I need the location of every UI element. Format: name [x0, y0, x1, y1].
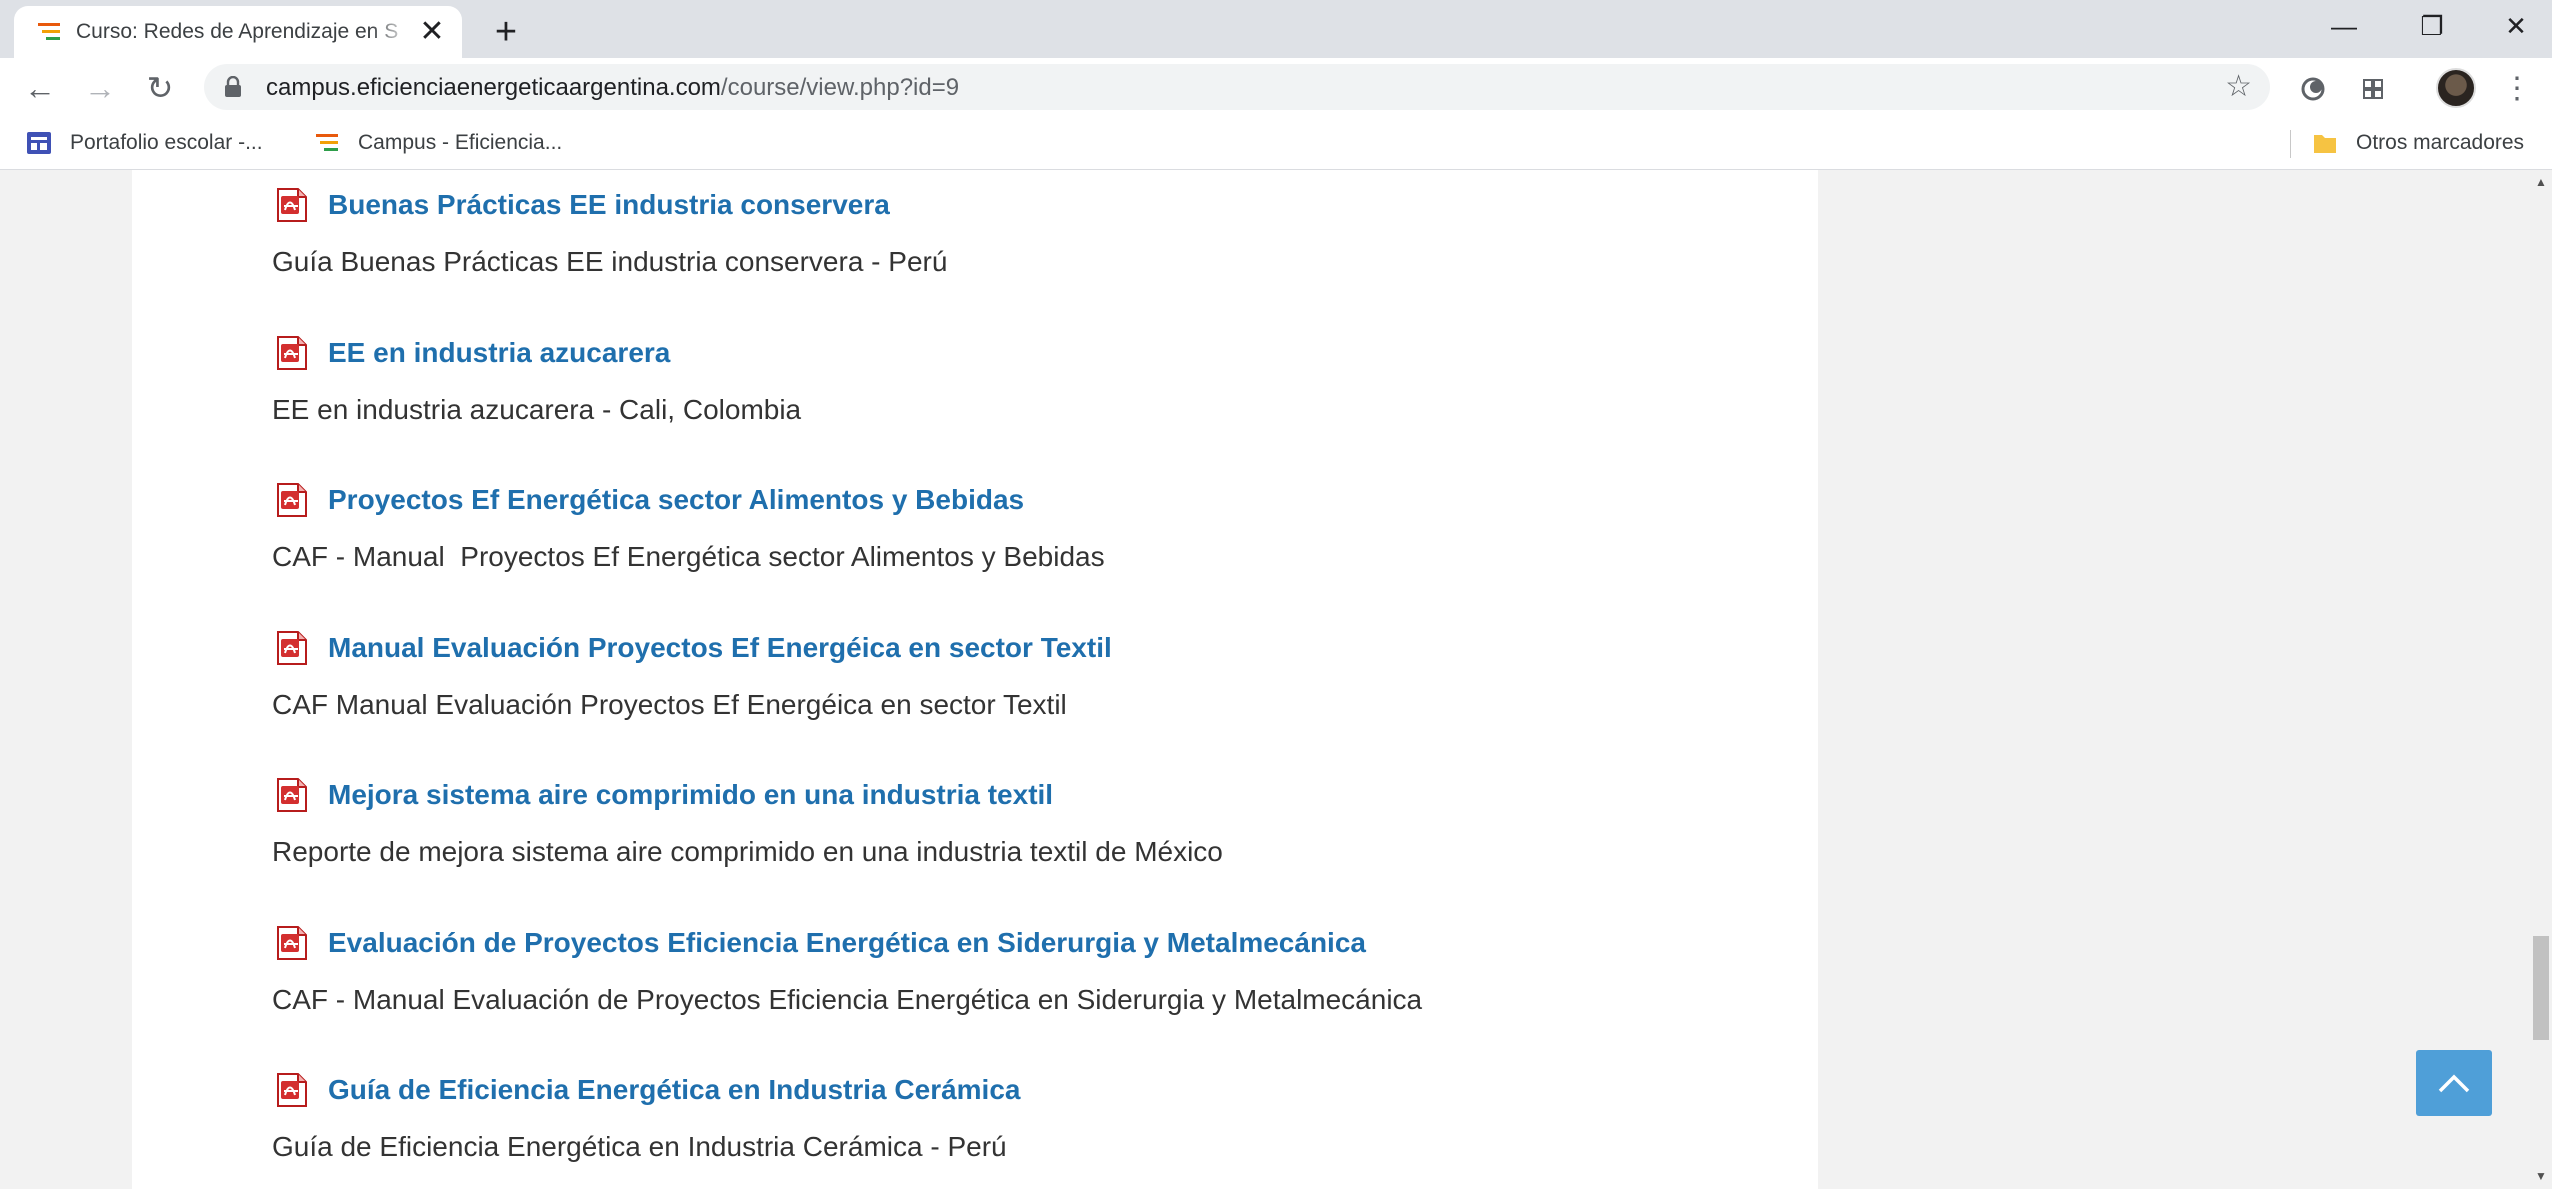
- activity-title: Guía de Eficiencia Energética en Industr…: [328, 1074, 1021, 1105]
- moodle-favicon-icon: [38, 23, 60, 40]
- activity-link[interactable]: Proyectos Ef Energética sector Alimentos…: [272, 481, 1105, 519]
- activity-description: CAF Manual Evaluación Proyectos Ef Energ…: [272, 688, 1067, 720]
- bookmark-label: Campus - Eficiencia...: [358, 131, 563, 154]
- activity-title: Proyectos Ef Energética sector Alimentos…: [328, 484, 1025, 515]
- new-tab-button[interactable]: +: [486, 12, 526, 52]
- reload-icon[interactable]: ↻: [140, 68, 180, 108]
- pdf-icon: [277, 483, 307, 517]
- activity-title: Evaluación de Proyectos Eficiencia Energ…: [328, 926, 1366, 958]
- activity-item: Buenas Prácticas EE industria conservera…: [272, 186, 947, 278]
- classroom-icon: [27, 132, 51, 154]
- activity-link[interactable]: EE en industria azucarera: [272, 334, 801, 372]
- browser-toolbar: ← → ↻ campus.eficienciaenergeticaargenti…: [0, 58, 2552, 118]
- tab-strip: Curso: Redes de Aprendizaje en S ✕ + — ❐…: [0, 0, 2552, 58]
- page-viewport: Buenas Prácticas EE industria conservera…: [0, 170, 2530, 1189]
- url-path: /course/view.php?id=9: [720, 74, 960, 101]
- bookmark-campus[interactable]: Campus - Eficiencia...: [314, 126, 562, 160]
- address-bar[interactable]: campus.eficienciaenergeticaargentina.com…: [204, 64, 2270, 110]
- activity-item: Guía de Eficiencia Energética en Industr…: [272, 1071, 1020, 1163]
- activity-description: Guía de Eficiencia Energética en Industr…: [272, 1131, 1007, 1162]
- url-text: campus.eficienciaenergeticaargentina.com…: [266, 74, 959, 102]
- browser-menu-icon[interactable]: ⋮: [2502, 72, 2532, 106]
- pdf-icon: [277, 1073, 307, 1107]
- activity-title: Mejora sistema aire comprimido en una in…: [328, 779, 1054, 810]
- pdf-icon: [277, 778, 307, 812]
- forward-arrow-icon[interactable]: →: [80, 68, 120, 108]
- lock-icon: [225, 76, 241, 97]
- bookmark-portafolio[interactable]: Portafolio escolar -...: [26, 126, 263, 160]
- activity-description: CAF - Manual Proyectos Ef Energética sec…: [272, 541, 1105, 572]
- activity-item: Proyectos Ef Energética sector Alimentos…: [272, 481, 1105, 573]
- back-to-top-button[interactable]: [2416, 1050, 2492, 1116]
- browser-tab-active[interactable]: Curso: Redes de Aprendizaje en S ✕: [14, 6, 462, 58]
- activity-link[interactable]: Mejora sistema aire comprimido en una in…: [272, 776, 1223, 814]
- bookmarks-bar: Portafolio escolar -... Campus - Eficien…: [0, 118, 2552, 170]
- activity-description: Reporte de mejora sistema aire comprimid…: [272, 836, 1223, 867]
- chevron-up-icon: [2438, 1074, 2470, 1093]
- activity-link[interactable]: Evaluación de Proyectos Eficiencia Energ…: [272, 924, 1422, 962]
- minimize-icon[interactable]: —: [2314, 6, 2374, 46]
- activity-title: Buenas Prácticas EE industria conservera: [328, 189, 890, 220]
- other-bookmarks[interactable]: Otros marcadores: [2312, 126, 2524, 160]
- activity-item: Mejora sistema aire comprimido en una in…: [272, 776, 1223, 868]
- scroll-down-arrow-icon[interactable]: ▼: [2530, 1166, 2552, 1186]
- activity-item: EE en industria azucarera EE en industria…: [272, 334, 801, 426]
- bookmark-star-icon[interactable]: ☆: [2225, 70, 2252, 104]
- activity-title: Manual Evaluación Proyectos Ef Energéica…: [328, 631, 1112, 663]
- page-scrollbar[interactable]: ▲ ▼: [2530, 170, 2552, 1189]
- folder-icon: [2314, 135, 2336, 153]
- activity-item: Manual Evaluación Proyectos Ef Energéica…: [272, 629, 1112, 721]
- back-arrow-icon[interactable]: ←: [20, 68, 60, 108]
- tab-close-icon[interactable]: ✕: [416, 16, 448, 48]
- activity-title: EE en industria azucarera: [328, 336, 671, 368]
- tab-title: Curso: Redes de Aprendizaje en S: [76, 20, 399, 43]
- scroll-up-arrow-icon[interactable]: ▲: [2530, 172, 2552, 192]
- extension-grid-icon[interactable]: [2356, 72, 2390, 106]
- pdf-icon: [277, 335, 307, 370]
- scrollbar-thumb[interactable]: [2533, 936, 2549, 1040]
- course-content: Buenas Prácticas EE industria conservera…: [132, 170, 1818, 1189]
- activity-link[interactable]: Guía de Eficiencia Energética en Industr…: [272, 1071, 1020, 1109]
- activity-item: Evaluación de Proyectos Eficiencia Energ…: [272, 924, 1422, 1016]
- window-close-icon[interactable]: ✕: [2486, 6, 2546, 46]
- profile-avatar[interactable]: [2436, 68, 2476, 108]
- extension-circle-icon[interactable]: [2296, 72, 2330, 106]
- bookmark-label: Portafolio escolar -...: [70, 131, 263, 154]
- pdf-icon: [277, 630, 307, 665]
- activity-link[interactable]: Buenas Prácticas EE industria conservera: [272, 186, 947, 224]
- pdf-icon: [277, 925, 307, 960]
- activity-description: CAF - Manual Evaluación de Proyectos Efi…: [272, 983, 1423, 1015]
- activity-link[interactable]: Manual Evaluación Proyectos Ef Energéica…: [272, 629, 1112, 667]
- url-host: campus.eficienciaenergeticaargentina.com: [266, 74, 721, 101]
- activity-description: Guía Buenas Prácticas EE industria conse…: [272, 246, 948, 277]
- other-bookmarks-label: Otros marcadores: [2356, 131, 2525, 154]
- restore-icon[interactable]: ❐: [2402, 6, 2462, 46]
- moodle-favicon-icon: [316, 134, 338, 151]
- activity-description: EE en industria azucarera - Cali, Colomb…: [272, 393, 802, 425]
- bookmarks-separator: [2290, 130, 2291, 158]
- pdf-icon: [277, 188, 307, 222]
